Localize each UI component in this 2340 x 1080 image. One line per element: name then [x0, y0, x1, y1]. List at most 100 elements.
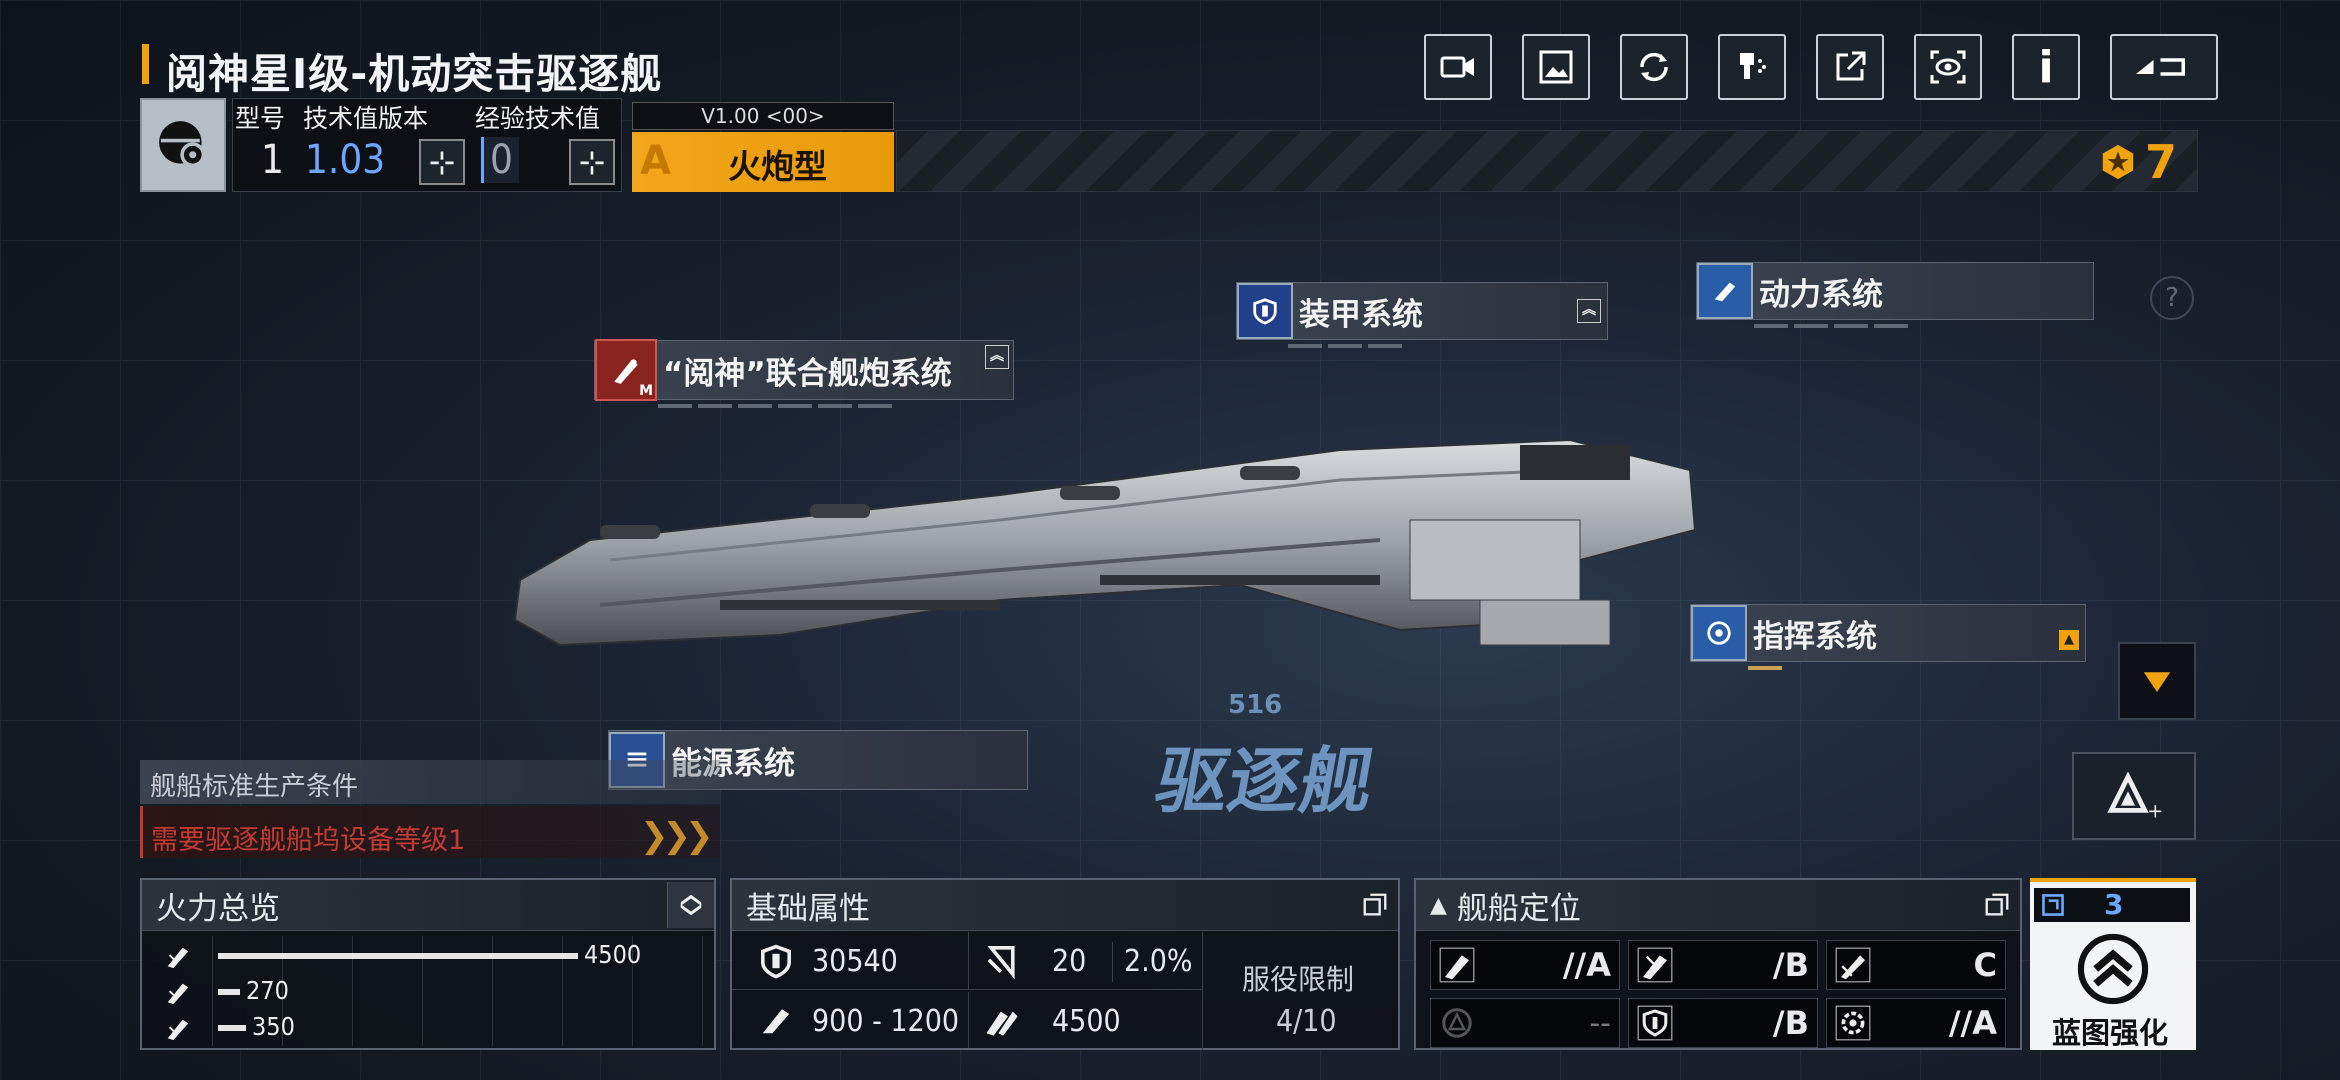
firepower-row: 270: [142, 974, 718, 1010]
cannon-icon: M: [595, 339, 657, 401]
copy-icon[interactable]: [1974, 882, 2020, 928]
back-icon[interactable]: [2110, 34, 2218, 100]
power-system-name: 动力系统: [1759, 276, 1883, 313]
firepower-row: 4500: [142, 938, 718, 974]
positioning-grid: //A /B C -- /B //A: [1430, 940, 2010, 1048]
firepower-rows: 4500 270 350: [142, 936, 718, 1048]
refresh-icon[interactable]: [1620, 34, 1688, 100]
weapon-system[interactable]: M “阅神”联合舰炮系统 ︽: [594, 339, 1014, 410]
tech-value: 1.03: [305, 137, 386, 183]
artillery-icon: [1835, 947, 1871, 983]
type-badge: A 火炮型: [632, 132, 894, 192]
attr-row-1: 30540 20 2.0%: [732, 932, 1202, 990]
help-icon[interactable]: ?: [2150, 276, 2194, 320]
armor-deflect-icon: [987, 946, 1015, 979]
production-panel: 舰船标准生产条件 需要驱逐舰船坞设备等级1 ❯❯❯: [140, 760, 720, 862]
firepower-value: 270: [246, 976, 289, 1005]
command-system-name: 指挥系统: [1753, 618, 1877, 655]
power-level-dashes: [1754, 324, 2094, 330]
ship-type-box: V1.00 <00> A 火炮型: [632, 102, 894, 192]
class-name: 驱逐舰: [1149, 739, 1381, 823]
command-system[interactable]: 指挥系统 ▲: [1690, 604, 2086, 672]
service-value: 4/10: [1276, 1004, 1337, 1039]
position-grade: //A: [1948, 1004, 1997, 1042]
type-name: 火炮型: [728, 147, 827, 186]
firepower-panel: 火力总览 4500 270 350: [140, 878, 716, 1050]
command-system-label[interactable]: 指挥系统 ▲: [1690, 604, 2086, 662]
firepower-value: 350: [252, 1012, 295, 1041]
weapon-level-dashes: [658, 404, 1014, 410]
ship-info-box: 型号 技术值版本 经验技术值 1 1.03 ⊹ 0 ⊹: [232, 98, 622, 192]
expand-toggle-icon[interactable]: [667, 882, 714, 928]
weapon-type-icon: [167, 983, 189, 1005]
blueprint-count: 3: [2104, 888, 2124, 921]
title-accent: [142, 44, 149, 84]
power-system-label[interactable]: 动力系统: [1696, 262, 2094, 320]
video-icon[interactable]: [1424, 34, 1492, 100]
service-label: 服役限制: [1242, 963, 1355, 996]
power-system[interactable]: 动力系统: [1696, 262, 2094, 330]
paint-icon[interactable]: [1718, 34, 1786, 100]
upgrade-chevron-icon: ︽: [985, 345, 1009, 369]
class-number: 516: [1228, 690, 1283, 720]
share-icon[interactable]: [1816, 34, 1884, 100]
armor-system-label[interactable]: 装甲系统 ︽: [1236, 282, 1608, 340]
position-cell[interactable]: //A: [1826, 998, 2006, 1048]
tech-label: 技术值版本: [303, 104, 429, 133]
armor-pct: 2.0%: [1124, 944, 1193, 979]
model-label: 型号: [235, 104, 286, 133]
position-grade: /B: [1772, 1004, 1809, 1042]
firepower-header: 火力总览: [142, 880, 714, 931]
ship-model[interactable]: [480, 410, 1710, 680]
blueprint-enhance-button[interactable]: 3 蓝图强化: [2030, 878, 2196, 1050]
position-cell[interactable]: /B: [1628, 940, 1818, 990]
position-cell[interactable]: --: [1430, 998, 1620, 1048]
collapse-button[interactable]: [2118, 642, 2196, 720]
copy-icon[interactable]: [1352, 882, 1398, 928]
position-grade: //A: [1562, 946, 1611, 984]
currency-value: 7: [2144, 135, 2177, 189]
support-icon: [1442, 1008, 1472, 1038]
positioning-title: 舰船定位: [1456, 890, 1581, 927]
page-title: 阅神星I级-机动突击驱逐舰: [166, 50, 663, 98]
weapon-system-label[interactable]: M “阅神”联合舰炮系统 ︽: [594, 339, 1014, 401]
blueprint-count-bar: 3: [2034, 888, 2190, 922]
weapon-badge: M: [639, 383, 653, 399]
position-grade: --: [1589, 1005, 1611, 1041]
positioning-header: ▲ 舰船定位: [1416, 880, 2020, 931]
version-label: V1.00 <00>: [632, 102, 894, 130]
position-cell[interactable]: //A: [1430, 940, 1620, 990]
exp-value: 0: [481, 137, 519, 183]
production-title: 舰船标准生产条件: [140, 760, 720, 804]
svg-text:+: +: [2147, 800, 2163, 820]
position-cell[interactable]: /B: [1628, 998, 1818, 1048]
info-icon-glyph: i: [2038, 41, 2054, 93]
alert-badge-icon: ▲: [2059, 630, 2079, 650]
weapon-type-icon: [167, 947, 189, 969]
rank-upgrade-button[interactable]: +: [2072, 752, 2196, 840]
position-cell[interactable]: C: [1826, 940, 2006, 990]
assault-icon: [1439, 947, 1475, 983]
rank-icon: +: [2107, 772, 2163, 820]
firepower-bar: [218, 1025, 246, 1031]
blueprint-label: 蓝图强化: [2052, 1016, 2169, 1050]
hp-value: 30540: [812, 944, 898, 979]
currency-icon: [2099, 143, 2137, 181]
armor-system[interactable]: 装甲系统 ︽: [1236, 282, 1608, 350]
command-level-dashes: [1748, 666, 2086, 672]
base-attributes-header: 基础属性: [732, 880, 1398, 931]
armor-value: 20: [1052, 944, 1087, 979]
tech-plus-button[interactable]: ⊹: [419, 139, 465, 185]
attr-row-2: 900 - 1200 4500: [732, 992, 1202, 1048]
triangle-up-icon: ▲: [1430, 892, 1447, 918]
defense-icon: [1637, 1005, 1673, 1041]
triangle-down-icon: [2143, 672, 2171, 692]
firepower-row: 350: [142, 1010, 718, 1046]
info-icon[interactable]: i: [2012, 34, 2080, 100]
exp-plus-button[interactable]: ⊹: [569, 139, 615, 185]
screenshot-icon[interactable]: [1522, 34, 1590, 100]
blueprint-icon: [2042, 894, 2064, 916]
view-icon[interactable]: [1914, 34, 1982, 100]
radar-icon: [1691, 605, 1747, 661]
chevron-up-icon: [2077, 933, 2149, 1005]
